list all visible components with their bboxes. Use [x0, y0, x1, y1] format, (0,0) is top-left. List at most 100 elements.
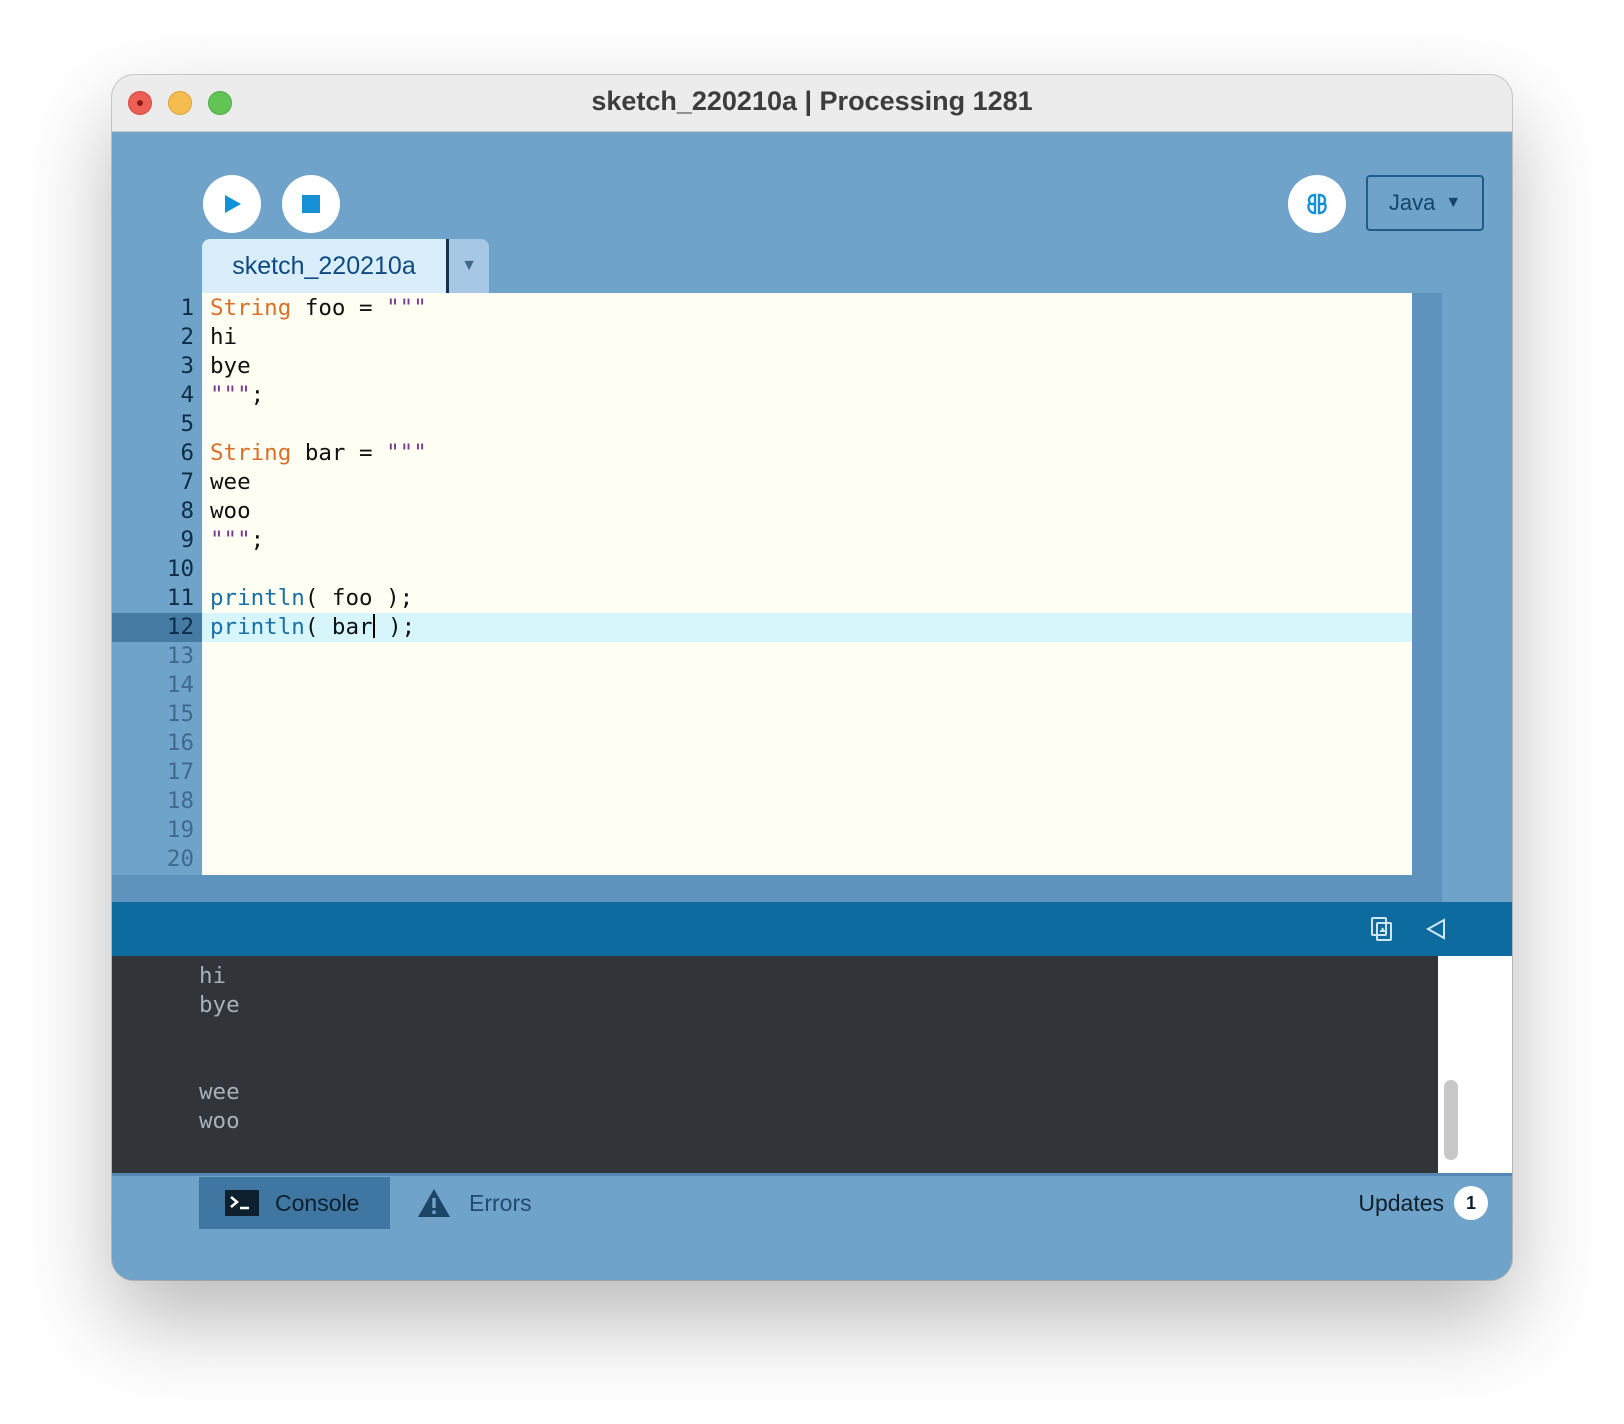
code-token: wee — [210, 469, 251, 495]
debug-button[interactable] — [1288, 175, 1346, 233]
console-line: hi — [199, 963, 227, 989]
line-number: 20 — [166, 846, 194, 872]
code-text: String bar = """ — [210, 439, 427, 468]
code-line[interactable]: 10 — [112, 555, 1412, 584]
code-line[interactable]: 3 bye — [112, 352, 1412, 381]
play-icon — [225, 195, 241, 213]
copy-icon[interactable] — [1368, 915, 1396, 943]
console-line: wee — [199, 1079, 240, 1105]
warning-icon — [418, 1189, 450, 1217]
code-line[interactable]: 2 hi — [112, 323, 1412, 352]
code-token: println — [210, 585, 305, 611]
errors-tab-label: Errors — [469, 1189, 532, 1216]
code-line[interactable]: 14 — [112, 671, 1412, 700]
updates-count-badge: 1 — [1454, 1186, 1488, 1220]
stop-icon — [302, 195, 320, 213]
line-number: 5 — [180, 411, 194, 437]
code-token: """ — [386, 440, 427, 466]
code-token: woo — [210, 498, 251, 524]
mode-label: Java — [1388, 190, 1436, 215]
code-text: println( bar ); — [210, 613, 415, 642]
code-text: """; — [210, 381, 264, 410]
run-button[interactable] — [203, 175, 261, 233]
mode-selector[interactable]: Java ▼ — [1366, 175, 1484, 231]
code-token: foo = — [291, 295, 387, 321]
code-line[interactable]: 17 — [112, 758, 1412, 787]
code-line[interactable]: 16 — [112, 729, 1412, 758]
code-line[interactable]: 18 — [112, 787, 1412, 816]
code-text: woo — [210, 497, 251, 526]
console-tab-label: Console — [275, 1189, 360, 1216]
line-number: 14 — [166, 672, 194, 698]
line-number: 19 — [166, 817, 194, 843]
code-line[interactable]: 9 """; — [112, 526, 1412, 555]
code-text: println( foo ); — [210, 584, 413, 613]
window-title: sketch_220210a | Processing 1281 — [591, 86, 1033, 116]
line-number: 16 — [166, 730, 194, 756]
tab-menu-button[interactable]: ▼ — [449, 239, 489, 293]
code-line[interactable]: 6 String bar = """ — [112, 439, 1412, 468]
code-line[interactable]: 12 println( bar ); — [112, 613, 1412, 642]
code-text: hi — [210, 323, 237, 352]
line-number: 12 — [112, 613, 202, 642]
footer-bar: Console Errors Updates 1 — [112, 1173, 1512, 1280]
code-text: wee — [210, 468, 251, 497]
code-line[interactable]: 1 String foo = """ — [112, 294, 1412, 323]
code-token: """ — [386, 295, 427, 321]
tab-console[interactable]: Console — [199, 1177, 390, 1229]
code-token: """ — [210, 382, 251, 408]
code-text: String foo = """ — [210, 294, 427, 323]
editor-horizontal-scrollbar[interactable] — [112, 875, 1442, 905]
code-line[interactable]: 15 — [112, 700, 1412, 729]
code-token: ( foo ); — [304, 585, 414, 611]
updates-button[interactable]: Updates 1 — [1358, 1186, 1488, 1220]
line-number: 15 — [166, 701, 194, 727]
line-number: 18 — [166, 788, 194, 814]
line-number: 13 — [166, 643, 194, 669]
collapse-triangle-icon[interactable] — [1422, 915, 1450, 943]
console-scrollbar-thumb[interactable] — [1444, 1080, 1458, 1160]
tab-sketch[interactable]: sketch_220210a — [202, 239, 449, 293]
console-header — [112, 902, 1512, 956]
code-line[interactable]: 20 — [112, 845, 1412, 874]
line-number: 10 — [166, 556, 194, 582]
code-token: ( bar — [304, 614, 373, 640]
code-line[interactable]: 19 — [112, 816, 1412, 845]
butterfly-debug-icon — [1307, 193, 1327, 215]
tab-errors[interactable]: Errors — [417, 1177, 532, 1229]
code-line[interactable]: 11 println( foo ); — [112, 584, 1412, 613]
code-text: bye — [210, 352, 251, 381]
console-line: bye — [199, 992, 240, 1018]
code-token: ); — [374, 614, 416, 640]
line-number: 2 — [180, 324, 194, 350]
code-line[interactable]: 4 """; — [112, 381, 1412, 410]
editor-vertical-scrollbar[interactable] — [1412, 293, 1442, 875]
line-number: 4 — [180, 382, 194, 408]
code-token: ; — [250, 527, 265, 553]
line-number: 17 — [166, 759, 194, 785]
line-number: 1 — [180, 295, 194, 321]
chevron-down-icon: ▼ — [461, 257, 477, 274]
code-token: String — [210, 440, 292, 466]
code-line[interactable]: 8 woo — [112, 497, 1412, 526]
code-line[interactable]: 7 wee — [112, 468, 1412, 497]
line-number: 6 — [180, 440, 194, 466]
code-token: println — [210, 614, 305, 640]
code-token: bye — [210, 353, 251, 379]
console-line: woo — [199, 1108, 240, 1134]
title-bar: sketch_220210a | Processing 1281 — [112, 75, 1512, 132]
stop-button[interactable] — [282, 175, 340, 233]
code-line[interactable]: 13 — [112, 642, 1412, 671]
updates-label: Updates — [1358, 1189, 1444, 1216]
line-number: 11 — [166, 585, 194, 611]
code-line[interactable]: 5 — [112, 410, 1412, 439]
code-token: String — [210, 295, 292, 321]
line-number: 9 — [180, 527, 194, 553]
line-number: 7 — [180, 469, 194, 495]
chevron-down-icon: ▼ — [1445, 194, 1462, 211]
processing-window: sketch_220210a | Processing 1281 Java ▼ … — [112, 75, 1512, 1280]
code-token: ; — [250, 382, 265, 408]
code-token: hi — [210, 324, 238, 350]
code-token: """ — [210, 527, 251, 553]
editor-area[interactable]: 1 String foo = """ 2 hi 3 bye 4 """; 5 6 String ba… — [112, 293, 1512, 905]
